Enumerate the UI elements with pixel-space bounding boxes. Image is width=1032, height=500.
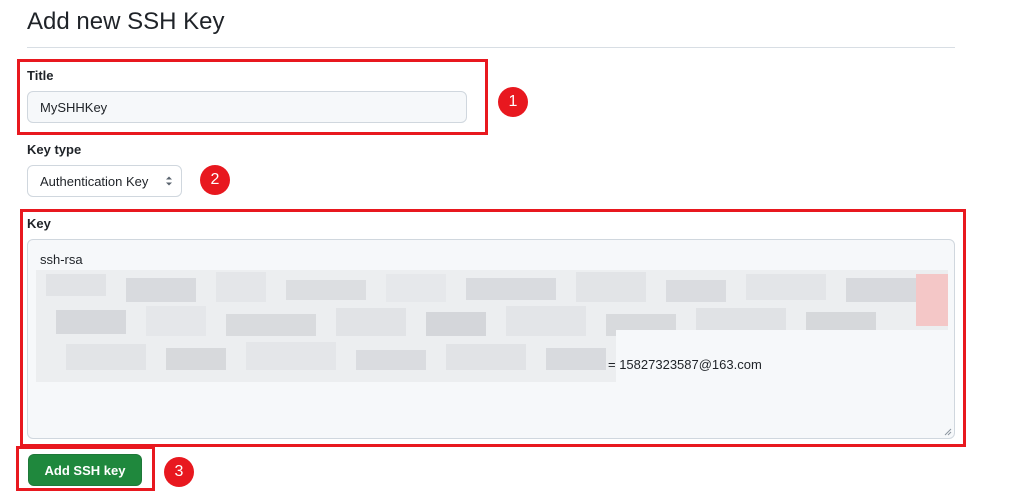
title-divider bbox=[27, 47, 955, 48]
redacted-key-mosaic bbox=[36, 270, 948, 382]
annotation-badge-1: 1 bbox=[498, 87, 528, 117]
key-label: Key bbox=[27, 216, 51, 231]
add-ssh-key-button[interactable]: Add SSH key bbox=[28, 454, 142, 486]
key-prefix-text: ssh-rsa bbox=[40, 252, 83, 267]
title-label: Title bbox=[27, 68, 54, 83]
key-textarea[interactable]: ssh-rsa = 15827323587@163.com bbox=[27, 239, 955, 439]
key-suffix-text: = 15827323587@163.com bbox=[608, 357, 762, 372]
page-title: Add new SSH Key bbox=[27, 8, 225, 35]
add-ssh-key-page: Add new SSH Key Title Key type Authentic… bbox=[0, 0, 1032, 500]
annotation-badge-2: 2 bbox=[200, 165, 230, 195]
resize-handle-icon[interactable] bbox=[944, 428, 952, 436]
title-input[interactable] bbox=[27, 91, 467, 123]
key-type-label: Key type bbox=[27, 142, 82, 157]
annotation-badge-3: 3 bbox=[164, 457, 194, 487]
key-type-select[interactable]: Authentication Key bbox=[27, 165, 182, 197]
select-arrows-icon bbox=[166, 176, 172, 186]
key-type-selected-value: Authentication Key bbox=[40, 173, 149, 189]
